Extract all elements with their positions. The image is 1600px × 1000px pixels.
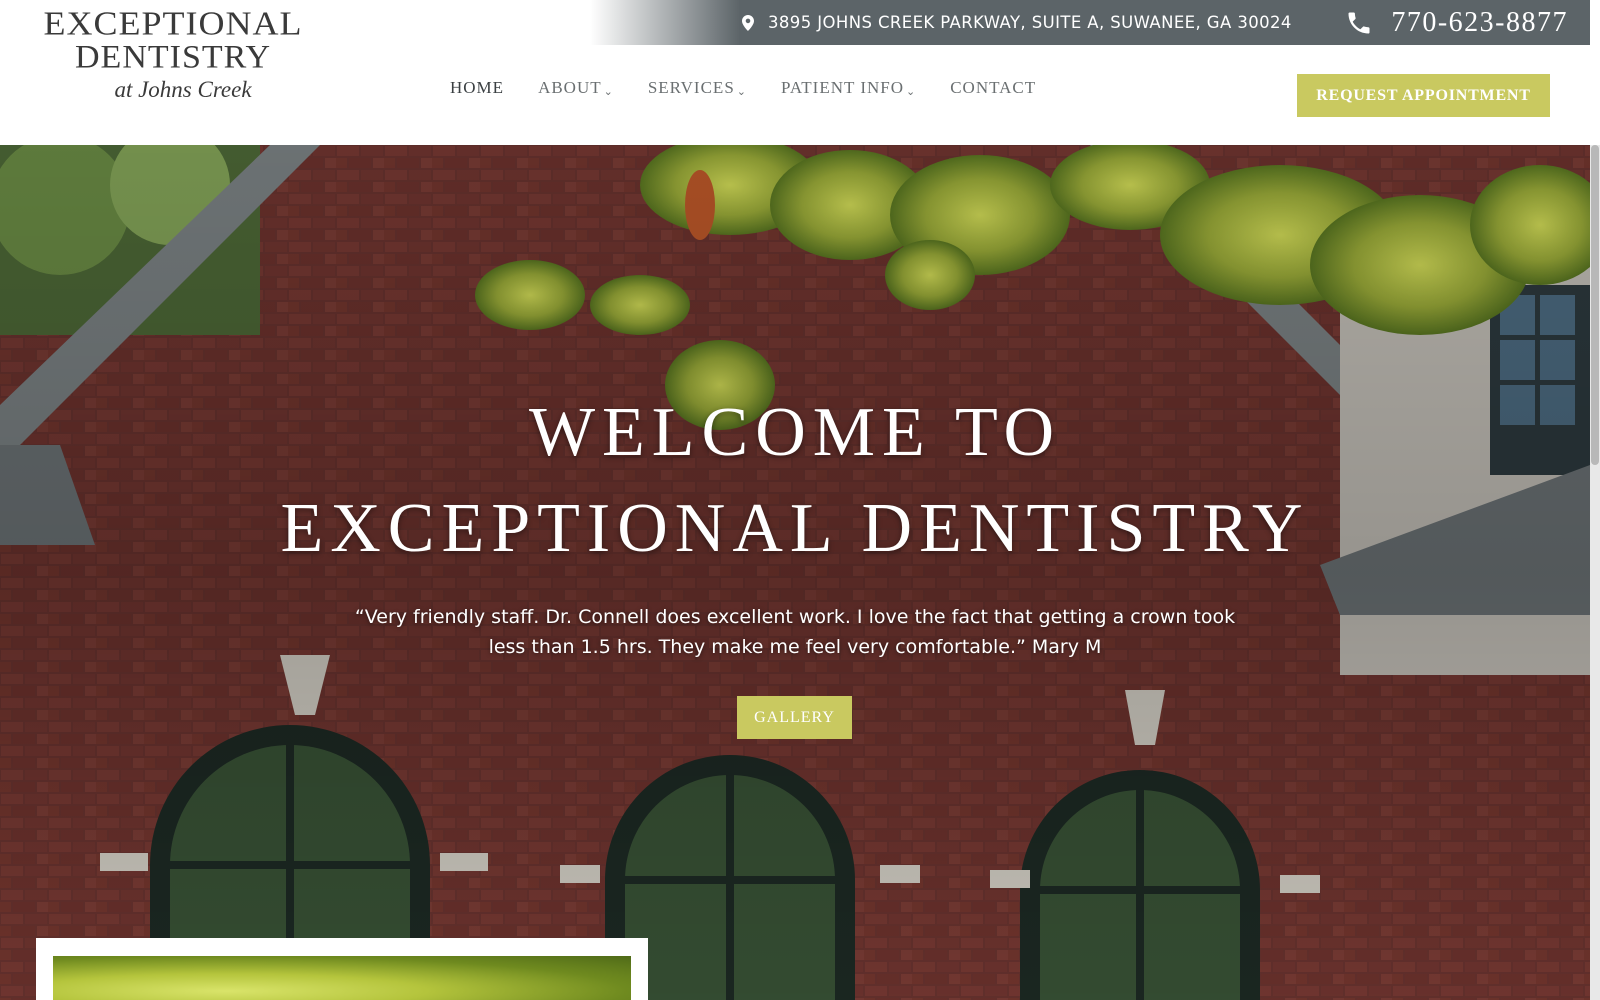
- logo-line-3: at Johns Creek: [114, 77, 252, 102]
- gallery-button[interactable]: GALLERY: [737, 696, 852, 739]
- address-text: 3895 JOHNS CREEK PARKWAY, SUITE A, SUWAN…: [768, 13, 1292, 32]
- testimonial-quote: “Very friendly staff. Dr. Connell does e…: [354, 606, 1236, 658]
- page-scrollbar[interactable]: [1590, 145, 1600, 1000]
- nav-item-home[interactable]: HOME: [450, 78, 504, 98]
- chevron-down-icon: ⌄: [603, 85, 614, 98]
- foliage-photo: [53, 956, 631, 1000]
- nav-item-label: CONTACT: [950, 78, 1037, 97]
- site-logo[interactable]: EXCEPTIONAL DENTISTRY at Johns Creek: [28, 5, 318, 105]
- chevron-down-icon: ⌄: [736, 85, 747, 98]
- hero-section: WELCOME TO EXCEPTIONAL DENTISTRY “Very f…: [0, 145, 1590, 1000]
- photo-card: [36, 938, 648, 1000]
- main-nav: HOME ABOUT ⌄ SERVICES ⌄ PATIENT INFO ⌄ C…: [450, 78, 1036, 98]
- address[interactable]: 3895 JOHNS CREEK PARKWAY, SUITE A, SUWAN…: [742, 0, 1292, 45]
- nav-item-patient-info[interactable]: PATIENT INFO ⌄: [781, 78, 916, 98]
- logo-line-1: EXCEPTIONAL: [43, 3, 303, 42]
- nav-item-services[interactable]: SERVICES ⌄: [648, 78, 747, 98]
- nav-item-label: PATIENT INFO: [781, 78, 904, 97]
- logo-line-2: DENTISTRY: [75, 39, 271, 76]
- map-pin-icon: [742, 14, 754, 31]
- phone-icon: [1348, 12, 1370, 33]
- request-appointment-button[interactable]: REQUEST APPOINTMENT: [1297, 74, 1550, 117]
- phone-link[interactable]: 770-623-8877: [1345, 0, 1568, 45]
- chevron-down-icon: ⌄: [906, 85, 917, 98]
- nav-item-contact[interactable]: CONTACT: [950, 78, 1036, 98]
- hero-title-line-1: WELCOME TO: [528, 394, 1062, 471]
- top-contact-bar: 3895 JOHNS CREEK PARKWAY, SUITE A, SUWAN…: [590, 0, 1590, 45]
- nav-item-about[interactable]: ABOUT ⌄: [538, 78, 614, 98]
- hero-background-image: [0, 145, 1590, 1000]
- scrollbar-thumb[interactable]: [1591, 145, 1599, 465]
- nav-item-label: SERVICES: [647, 78, 735, 97]
- phone-number: 770-623-8877: [1391, 6, 1568, 38]
- hero-title-line-2: EXCEPTIONAL DENTISTRY: [280, 490, 1310, 567]
- nav-item-label: HOME: [450, 78, 505, 97]
- nav-item-label: ABOUT: [538, 78, 602, 97]
